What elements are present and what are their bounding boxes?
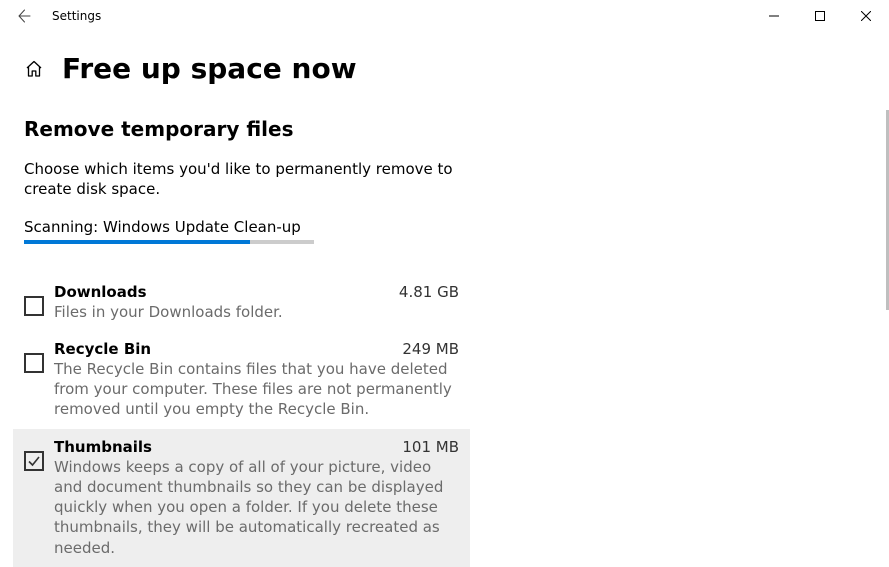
back-button[interactable] [8,0,40,32]
item-title: Thumbnails [54,438,152,456]
checkbox[interactable] [24,296,44,316]
page-title: Free up space now [62,52,357,85]
item-header: Recycle Bin 249 MB [54,340,459,358]
checkbox-wrap [24,340,54,420]
item-description: Windows keeps a copy of all of your pict… [54,457,459,558]
checkmark-icon [26,453,42,469]
item-size: 4.81 GB [399,283,459,301]
item-body: Downloads 4.81 GBFiles in your Downloads … [54,283,459,322]
item-description: The Recycle Bin contains files that you … [54,359,459,420]
checkbox[interactable] [24,451,44,471]
item-header: Downloads 4.81 GB [54,283,459,301]
close-icon [861,11,871,21]
scan-progress-fill [24,240,250,244]
section-description: Choose which items you'd like to permane… [24,159,470,200]
list-item[interactable]: Downloads 4.81 GBFiles in your Downloads … [13,274,470,331]
items-list: Downloads 4.81 GBFiles in your Downloads … [13,274,470,567]
page-header: Free up space now [0,32,889,101]
home-button[interactable] [24,59,44,79]
item-header: Thumbnails 101 MB [54,438,459,456]
checkbox-wrap [24,283,54,322]
arrow-left-icon [16,8,32,24]
minimize-icon [769,11,779,21]
section-title: Remove temporary files [24,117,470,141]
close-button[interactable] [843,0,889,32]
app-name: Settings [52,9,101,23]
window-controls [751,0,889,32]
scan-status: Scanning: Windows Update Clean-up [24,218,470,236]
scan-progress [24,240,314,244]
item-title: Downloads [54,283,147,301]
item-body: Recycle Bin 249 MBThe Recycle Bin contain… [54,340,459,420]
item-description: Files in your Downloads folder. [54,302,459,322]
titlebar: Settings [0,0,889,32]
maximize-icon [815,11,825,21]
item-size: 101 MB [402,438,459,456]
item-body: Thumbnails 101 MBWindows keeps a copy of … [54,438,459,558]
content-area: Remove temporary files Choose which item… [0,117,470,567]
checkbox[interactable] [24,353,44,373]
minimize-button[interactable] [751,0,797,32]
item-title: Recycle Bin [54,340,151,358]
list-item[interactable]: Recycle Bin 249 MBThe Recycle Bin contain… [13,331,470,429]
maximize-button[interactable] [797,0,843,32]
item-size: 249 MB [402,340,459,358]
list-item[interactable]: Thumbnails 101 MBWindows keeps a copy of … [13,429,470,567]
checkbox-wrap [24,438,54,558]
home-icon [24,59,44,79]
